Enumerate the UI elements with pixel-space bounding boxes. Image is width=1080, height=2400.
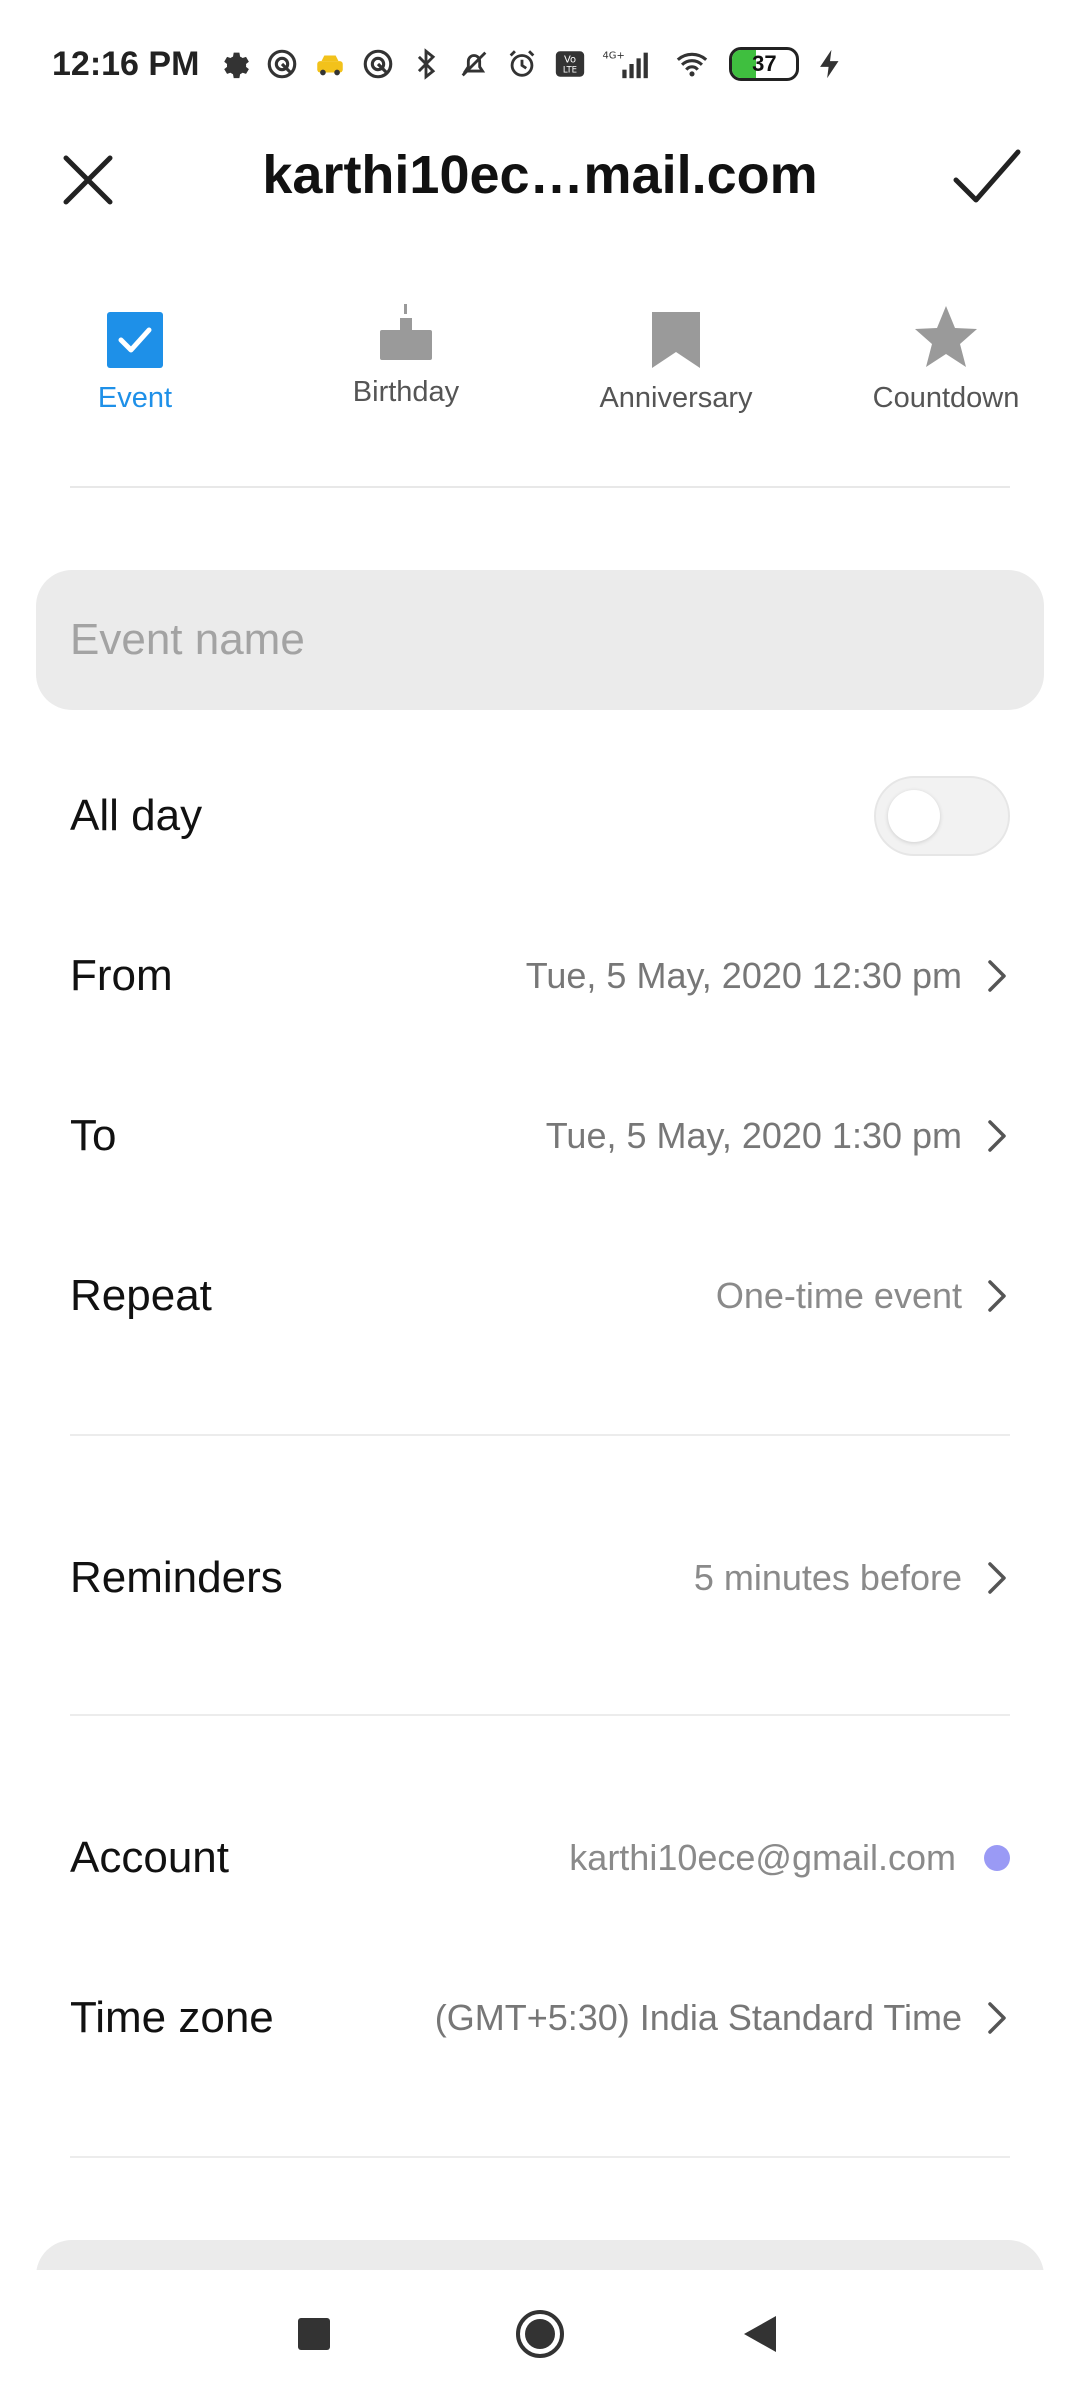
page-title: karthi10ec…mail.com [262, 145, 818, 205]
account-value: karthi10ece@gmail.com [569, 1837, 956, 1878]
battery-level-text: 37 [752, 51, 777, 76]
battery-indicator: 37 [729, 47, 800, 81]
chevron-right-icon [988, 1280, 1006, 1312]
reminders-value-group: 5 minutes before [694, 1557, 1010, 1599]
app-notification-icon-2 [361, 47, 395, 81]
tab-event[interactable]: Event [25, 290, 245, 415]
to-row[interactable]: To Tue, 5 May, 2020 1:30 pm [70, 1086, 1010, 1186]
star-icon [836, 290, 1056, 370]
confirm-button[interactable] [950, 142, 1024, 214]
account-label: Account [70, 1833, 229, 1882]
chevron-right-icon [988, 1120, 1006, 1152]
reminders-row[interactable]: Reminders 5 minutes before [70, 1528, 1010, 1628]
status-time: 12:16 PM [52, 44, 200, 83]
taxi-icon [313, 47, 347, 81]
all-day-label: All day [70, 791, 203, 840]
all-day-row[interactable]: All day [70, 766, 1010, 866]
system-navigation-bar [0, 2270, 1080, 2400]
time-zone-value: (GMT+5:30) India Standard Time [434, 1997, 962, 2038]
tab-countdown[interactable]: Countdown [836, 290, 1056, 415]
top-app-bar: karthi10ec…mail.com [0, 128, 1080, 228]
charging-icon [813, 47, 847, 81]
tab-birthday-label: Birthday [352, 376, 460, 408]
tab-anniversary[interactable]: Anniversary [566, 290, 786, 415]
tab-birthday[interactable]: Birthday [296, 290, 516, 409]
account-color-dot [984, 1845, 1010, 1871]
home-button[interactable] [514, 2308, 566, 2360]
repeat-value-group: One-time event [716, 1275, 1010, 1317]
checkbox-icon [25, 290, 245, 370]
app-notification-icon [265, 47, 299, 81]
to-value: Tue, 5 May, 2020 1:30 pm [545, 1115, 962, 1156]
section-divider [70, 2156, 1010, 2158]
svg-text:4G+: 4G+ [603, 50, 625, 61]
settings-icon [217, 47, 251, 81]
status-bar: 12:16 PM Vo LTE 4G+ 37 [0, 0, 1080, 128]
repeat-row[interactable]: Repeat One-time event [70, 1246, 1010, 1346]
square-icon [298, 2318, 330, 2350]
bluetooth-icon [409, 47, 443, 81]
time-zone-label: Time zone [70, 1993, 274, 2042]
reminders-value: 5 minutes before [693, 1557, 962, 1598]
tabs-divider [70, 486, 1010, 488]
notifications-off-icon [457, 47, 491, 81]
tab-anniversary-label: Anniversary [599, 382, 753, 414]
wifi-icon [669, 47, 715, 81]
tab-countdown-label: Countdown [872, 382, 1020, 414]
repeat-label: Repeat [70, 1271, 212, 1320]
signal-icon: 4G+ [601, 47, 655, 81]
chevron-right-icon [988, 960, 1006, 992]
reminders-label: Reminders [70, 1553, 283, 1602]
account-value-group: karthi10ece@gmail.com [569, 1837, 1010, 1879]
back-triangle-icon [744, 2316, 776, 2352]
from-label: From [70, 951, 173, 1000]
chevron-right-icon [988, 2002, 1006, 2034]
section-divider [70, 1434, 1010, 1436]
section-divider [70, 1714, 1010, 1716]
volte-icon: Vo LTE [553, 47, 587, 81]
toggle-knob [888, 790, 940, 842]
alarm-icon [505, 47, 539, 81]
chevron-right-icon [988, 1562, 1006, 1594]
svg-text:LTE: LTE [563, 66, 577, 76]
from-value-group: Tue, 5 May, 2020 12:30 pm [526, 955, 1010, 997]
tab-event-label: Event [97, 382, 173, 414]
status-icons: Vo LTE 4G+ 37 [217, 47, 847, 81]
time-zone-value-group: (GMT+5:30) India Standard Time [435, 1997, 1010, 2039]
time-zone-row[interactable]: Time zone (GMT+5:30) India Standard Time [70, 1968, 1010, 2068]
account-row[interactable]: Account karthi10ece@gmail.com [70, 1808, 1010, 1908]
from-row[interactable]: From Tue, 5 May, 2020 12:30 pm [70, 926, 1010, 1026]
home-circle-icon [516, 2310, 564, 2358]
from-value: Tue, 5 May, 2020 12:30 pm [525, 955, 962, 996]
cake-icon [296, 290, 516, 370]
event-type-tabs: Event Birthday Anniversary Countdown [0, 290, 1080, 430]
bookmark-icon [566, 290, 786, 370]
event-name-input[interactable] [36, 570, 1044, 710]
to-value-group: Tue, 5 May, 2020 1:30 pm [546, 1115, 1010, 1157]
recents-button[interactable] [296, 2316, 332, 2352]
svg-text:Vo: Vo [564, 55, 576, 66]
all-day-toggle[interactable] [874, 776, 1010, 856]
back-button[interactable] [740, 2314, 780, 2354]
checkmark-icon [953, 149, 1021, 203]
repeat-value: One-time event [715, 1275, 962, 1316]
to-label: To [70, 1111, 117, 1160]
